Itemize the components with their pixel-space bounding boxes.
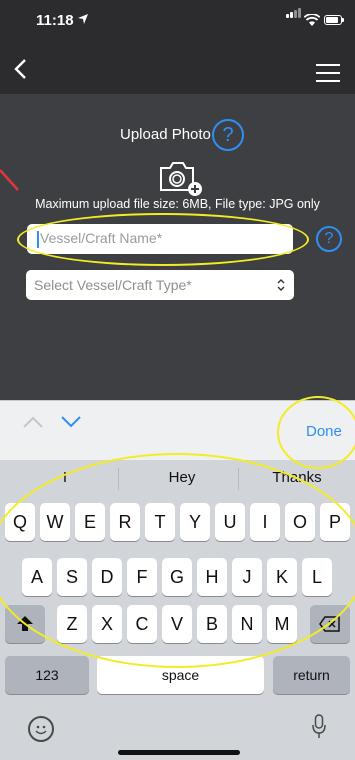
return-key[interactable]: return	[273, 656, 350, 694]
back-chevron-icon[interactable]	[12, 58, 32, 80]
home-indicator	[118, 750, 240, 755]
numbers-key[interactable]: 123	[5, 656, 89, 694]
status-time: 11:18	[36, 12, 74, 29]
vessel-type-select[interactable]: Select Vessel/Craft Type*	[26, 270, 294, 300]
vessel-name-help-icon[interactable]: ?	[316, 226, 342, 252]
hamburger-menu-icon[interactable]	[316, 64, 340, 82]
annotation-ellipse-name-field	[17, 213, 309, 266]
emoji-icon[interactable]	[28, 716, 54, 742]
navigation-bar	[0, 44, 355, 94]
camera-add-icon[interactable]	[158, 158, 202, 198]
status-bar: 11:18	[0, 0, 355, 44]
battery-icon	[324, 15, 344, 25]
upload-constraints-text: Maximum upload file size: 6MB, File type…	[35, 197, 320, 211]
microphone-icon[interactable]	[312, 714, 326, 740]
vessel-type-placeholder: Select Vessel/Craft Type*	[34, 277, 192, 293]
annotation-arrow	[0, 169, 19, 191]
upload-photo-label: Upload Photo	[120, 126, 211, 143]
next-field-icon[interactable]	[60, 415, 82, 429]
select-chevrons-icon	[277, 279, 285, 291]
app-screen: 11:18 Upload Photo ? Maximum upload file…	[0, 0, 355, 400]
upload-help-icon[interactable]: ?	[212, 119, 244, 151]
location-arrow-icon	[78, 14, 88, 24]
wifi-icon	[304, 14, 320, 26]
annotation-ellipse-keyboard	[0, 453, 355, 668]
annotation-ellipse-done	[277, 396, 355, 469]
previous-field-icon[interactable]	[22, 415, 44, 429]
